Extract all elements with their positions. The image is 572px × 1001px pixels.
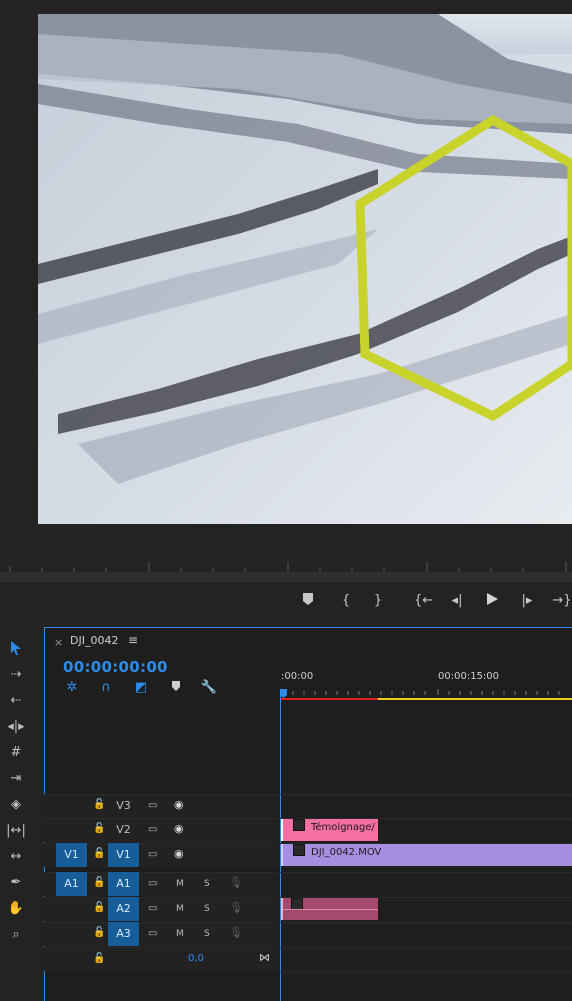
track-target-v2[interactable]: V2 — [108, 818, 139, 842]
mute-button[interactable]: M — [176, 879, 184, 889]
solo-button[interactable]: S — [204, 879, 210, 889]
sequence-tab-title[interactable]: DJI_0042 — [70, 634, 118, 647]
lock-icon[interactable]: 🔓 — [93, 902, 105, 913]
clip-audio-a2[interactable] — [281, 898, 378, 920]
rate-stretch-icon[interactable]: ⇥ — [5, 769, 27, 789]
snowy-landscape-image — [38, 14, 572, 524]
lock-icon[interactable]: 🔓 — [93, 823, 105, 834]
source-patch-a1[interactable]: A1 — [56, 872, 87, 896]
mark-in-icon[interactable]: { — [340, 592, 352, 610]
render-bar-yellow — [378, 698, 572, 700]
snap-icon[interactable]: ∩ — [97, 680, 115, 696]
microphone-icon[interactable]: 🎙 — [229, 876, 243, 889]
render-bar-red — [280, 698, 378, 700]
source-patch-v1[interactable]: V1 — [56, 843, 87, 867]
linked-selection-icon[interactable]: ◩ — [132, 680, 150, 696]
playhead-icon[interactable] — [280, 689, 287, 698]
go-to-out-icon[interactable]: →} — [552, 592, 572, 610]
lock-icon[interactable]: 🔓 — [93, 877, 105, 888]
timeline-time-ruler[interactable] — [280, 686, 572, 700]
sync-lock-film-icon[interactable]: ▭ — [148, 800, 160, 811]
lock-icon[interactable]: 🔓 — [93, 848, 105, 859]
mute-button[interactable]: M — [176, 929, 184, 939]
fx-badge-icon — [293, 819, 305, 831]
add-marker-timeline-icon[interactable] — [167, 680, 185, 696]
mute-button[interactable]: M — [176, 904, 184, 914]
clip-dji-0042[interactable]: DJI_0042.MOV — [281, 844, 572, 866]
sync-lock-film-icon[interactable]: ▭ — [148, 849, 160, 860]
sync-lock-film-icon[interactable]: ▭ — [148, 903, 160, 914]
solo-button[interactable]: S — [204, 904, 210, 914]
microphone-icon[interactable]: 🎙 — [229, 901, 243, 914]
playhead-timecode[interactable]: 00:00:00:00 — [63, 658, 168, 676]
sync-lock-film-icon[interactable]: ▭ — [148, 824, 160, 835]
eye-icon[interactable]: ◉ — [174, 822, 184, 835]
clip-title: Témoignage/ — [311, 822, 375, 833]
lock-icon[interactable]: 🔓 — [93, 799, 105, 810]
fx-badge-icon — [293, 844, 305, 856]
track-target-a2[interactable]: A2 — [108, 897, 139, 921]
solo-button[interactable]: S — [204, 929, 210, 939]
track-header-v2 — [44, 818, 279, 842]
sync-lock-film-icon[interactable]: ▭ — [148, 928, 160, 939]
track-target-a1[interactable]: A1 — [108, 872, 139, 896]
timeline-settings-wrench-icon[interactable]: 🔧 — [200, 680, 218, 696]
ruler-label-start: :00:00 — [281, 671, 314, 682]
track-target-v1[interactable]: V1 — [108, 843, 139, 867]
track-target-a3[interactable]: A3 — [108, 922, 139, 946]
add-marker-icon[interactable] — [302, 592, 314, 610]
track-header-a2 — [44, 897, 279, 921]
microphone-icon[interactable]: 🎙 — [229, 926, 243, 939]
sync-lock-film-icon[interactable]: ▭ — [148, 878, 160, 889]
eye-icon[interactable]: ◉ — [174, 798, 184, 811]
track-header-master — [44, 947, 279, 971]
monitor-time-ruler[interactable] — [0, 560, 572, 582]
razor-icon[interactable]: ◈ — [5, 795, 27, 815]
slide-icon[interactable]: ↔ — [5, 847, 27, 867]
track-header-v3 — [44, 794, 279, 818]
clip-temoignage[interactable]: Témoignage/ — [281, 819, 378, 841]
master-volume-value[interactable]: 0,0 — [188, 953, 204, 964]
ruler-label-15s: 00:00:15:00 — [438, 671, 500, 682]
selection-tool-icon[interactable] — [5, 640, 27, 660]
go-to-in-icon[interactable]: {← — [414, 592, 433, 610]
track-select-backward-icon[interactable]: ⇠ — [5, 691, 27, 711]
panel-menu-icon[interactable]: ≡ — [128, 633, 138, 647]
track-target-v3[interactable]: V3 — [108, 794, 139, 818]
program-monitor-video-frame — [38, 14, 572, 524]
zoom-icon[interactable]: ⌕ — [5, 925, 27, 945]
nest-sequences-icon[interactable]: ✲ — [63, 680, 81, 696]
play-icon[interactable] — [484, 592, 500, 610]
mark-out-icon[interactable]: } — [372, 592, 384, 610]
lock-icon[interactable]: 🔓 — [93, 927, 105, 938]
slip-icon[interactable]: |↔| — [5, 821, 27, 841]
lock-icon[interactable]: 🔓 — [93, 953, 105, 964]
clip-title: DJI_0042.MOV — [311, 847, 382, 858]
pen-icon[interactable]: ✒ — [5, 873, 27, 893]
track-header-a3 — [44, 922, 279, 946]
ripple-edit-icon[interactable]: ◂|▸ — [5, 717, 27, 737]
step-back-icon[interactable]: ◂| — [449, 592, 465, 610]
close-tab-icon[interactable]: × — [54, 636, 63, 649]
go-to-end-icon[interactable]: ⋈ — [259, 951, 270, 964]
track-select-forward-icon[interactable]: ⇢ — [5, 665, 27, 685]
hand-icon[interactable]: ✋ — [5, 899, 27, 919]
rolling-edit-icon[interactable]: # — [5, 743, 27, 763]
step-forward-icon[interactable]: |▸ — [519, 592, 535, 610]
eye-icon[interactable]: ◉ — [174, 847, 184, 860]
